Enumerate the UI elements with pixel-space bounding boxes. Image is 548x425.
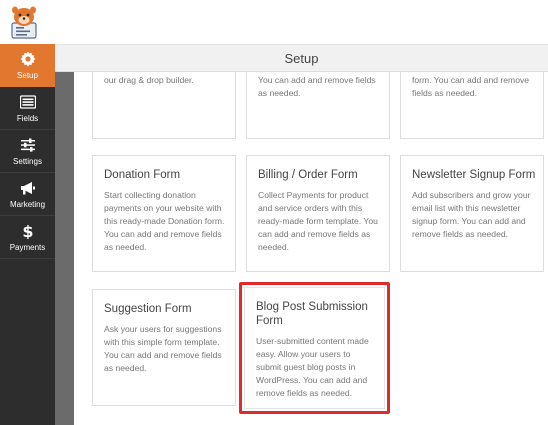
sidebar-item-label: Payments [9, 242, 46, 252]
template-card[interactable]: create any type of form using our drag &… [92, 72, 236, 139]
template-title: Donation Form [104, 169, 181, 181]
top-bar [0, 0, 548, 44]
sidebar-item-label: Settings [13, 156, 42, 166]
svg-text:$: $ [22, 223, 33, 239]
sidebar-item-setup[interactable]: Setup [0, 44, 55, 87]
template-description: pre-made Request a quote form. You can a… [412, 75, 530, 98]
template-description: Collect Payments for product and service… [258, 190, 378, 252]
page-title: Setup [284, 50, 319, 66]
sidebar-item-label: Setup [17, 70, 38, 80]
list-icon [19, 94, 36, 109]
sidebar-item-marketing[interactable]: Marketing [0, 173, 55, 216]
template-description: Ask your users for suggestions with this… [104, 324, 222, 373]
template-card-billing[interactable]: Billing / Order Form Collect Payments fo… [246, 155, 390, 272]
template-card[interactable]: with this simple contact form. You can a… [246, 72, 390, 139]
template-card-newsletter[interactable]: Newsletter Signup Form Add subscribers a… [400, 155, 544, 272]
template-card-blog-post-submission[interactable]: Blog Post Submission Form User-submitted… [244, 287, 385, 409]
template-description: Add subscribers and grow your email list… [412, 190, 531, 239]
sidebar-item-settings[interactable]: Settings [0, 130, 55, 173]
template-title: Newsletter Signup Form [412, 169, 536, 181]
sliders-icon [20, 138, 35, 152]
sidebar-item-label: Marketing [9, 199, 46, 209]
page-header: Setup [55, 44, 548, 72]
sidebar-item-fields[interactable]: Fields [0, 87, 55, 130]
dollar-icon: $ [22, 223, 33, 239]
wpforms-logo-icon [11, 6, 37, 39]
template-grid: create any type of form using our drag &… [74, 72, 548, 425]
template-description: User-submitted content made easy. Allow … [256, 336, 369, 398]
template-title: Blog Post Submission Form [256, 301, 368, 327]
gear-icon [20, 51, 35, 66]
template-description: create any type of form using our drag &… [104, 75, 194, 85]
template-card-suggestion[interactable]: Suggestion Form Ask your users for sugge… [92, 289, 236, 406]
builder-sidebar: Setup Fields Settings Marketing $ Paymen… [0, 44, 55, 425]
template-title: Suggestion Form [104, 303, 192, 315]
preview-gutter [55, 72, 74, 425]
template-description: Start collecting donation payments on yo… [104, 190, 225, 252]
sidebar-item-payments[interactable]: $ Payments [0, 216, 55, 259]
template-title: Billing / Order Form [258, 169, 358, 181]
template-description: with this simple contact form. You can a… [258, 75, 376, 98]
sidebar-item-label: Fields [16, 113, 39, 123]
megaphone-icon [20, 181, 35, 194]
template-card[interactable]: pre-made Request a quote form. You can a… [400, 72, 544, 139]
template-card-donation[interactable]: Donation Form Start collecting donation … [92, 155, 236, 272]
